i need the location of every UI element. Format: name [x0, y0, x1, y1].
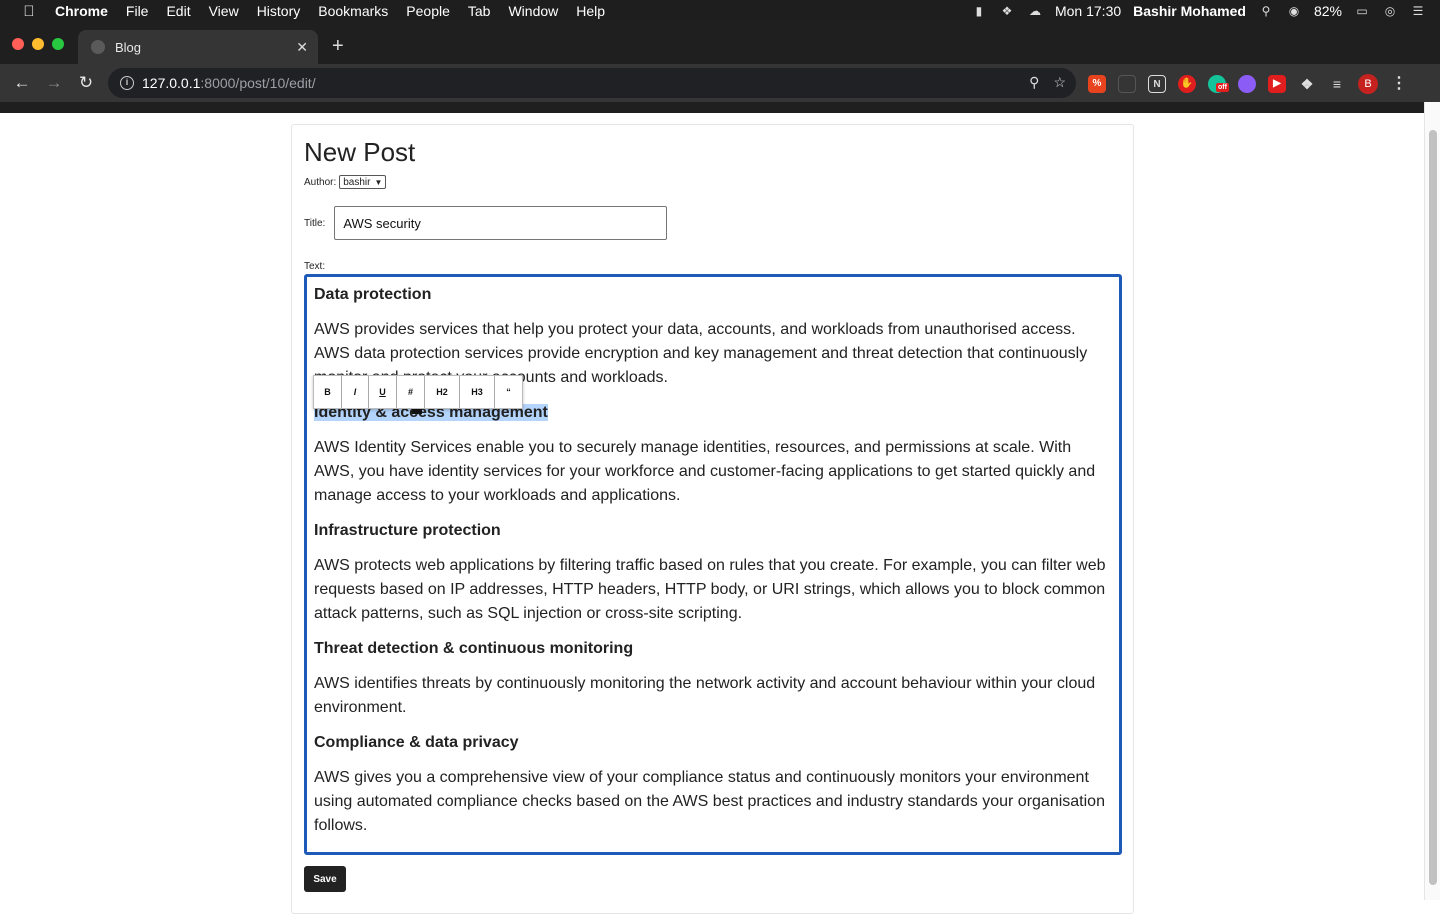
menu-tab[interactable]: Tab	[468, 3, 491, 19]
puzzle-extensions-icon[interactable]: ❖	[1298, 75, 1316, 93]
menu-view[interactable]: View	[209, 3, 239, 19]
page-scrollbar[interactable]	[1424, 102, 1440, 900]
bookmark-star-icon[interactable]: ☆	[1053, 74, 1066, 91]
title-input-value: AWS security	[343, 215, 421, 231]
url-host: 127.0.0.1	[142, 75, 201, 91]
extension-video-icon[interactable]: ▶	[1268, 75, 1286, 93]
menu-app-name[interactable]: Chrome	[55, 3, 108, 19]
apple-menu-icon[interactable]: 	[19, 3, 39, 20]
url-path: :8000/post/10/edit/	[200, 75, 316, 91]
tab-title: Blog	[115, 39, 142, 55]
author-select-value: bashir	[343, 176, 371, 188]
zoom-icon[interactable]: ⚲	[1029, 74, 1039, 91]
menubar-user[interactable]: Bashir Mohamed	[1133, 3, 1246, 19]
battery-percent: 82%	[1313, 3, 1342, 19]
wifi-icon[interactable]: ◎	[1382, 4, 1398, 18]
window-zoom-button[interactable]	[52, 38, 64, 50]
link-button[interactable]: #	[397, 376, 425, 408]
menu-edit[interactable]: Edit	[166, 3, 190, 19]
format-toolbar: B I U # H2 H3 “	[313, 375, 523, 409]
globe-icon	[91, 40, 105, 54]
title-label: Title:	[304, 217, 326, 229]
siri-icon[interactable]: ◉	[1286, 4, 1302, 18]
editor-paragraph[interactable]: AWS gives you a comprehensive view of yo…	[314, 766, 1112, 838]
new-tab-button[interactable]: +	[332, 36, 344, 56]
editor-paragraph[interactable]: AWS protects web applications by filteri…	[314, 554, 1112, 626]
author-select[interactable]: bashir ▼	[339, 175, 387, 189]
tab-close-icon[interactable]: ✕	[296, 39, 308, 56]
editor-heading[interactable]: Compliance & data privacy	[314, 731, 1112, 755]
browser-tab-strip: Blog ✕ +	[0, 22, 1440, 64]
title-row: Title: AWS security	[304, 206, 668, 240]
forward-arrow-icon[interactable]: →	[44, 73, 64, 93]
control-center-icon[interactable]: ☰	[1410, 4, 1426, 18]
notion-icon[interactable]: N	[1148, 75, 1166, 93]
extension-red-icon[interactable]: %	[1088, 75, 1106, 93]
h3-button[interactable]: H3	[460, 376, 495, 408]
quote-button[interactable]: “	[495, 376, 522, 408]
back-arrow-icon[interactable]: ←	[12, 73, 32, 93]
menu-file[interactable]: File	[126, 3, 149, 19]
author-row: Author: bashir ▼	[304, 175, 387, 189]
menu-bookmarks[interactable]: Bookmarks	[318, 3, 388, 19]
editor-paragraph[interactable]: AWS Identity Services enable you to secu…	[314, 436, 1112, 508]
menu-people[interactable]: People	[406, 3, 450, 19]
author-label: Author:	[304, 176, 337, 188]
window-minimize-button[interactable]	[32, 38, 44, 50]
italic-button[interactable]: I	[342, 376, 369, 408]
scrollbar-thumb[interactable]	[1429, 130, 1437, 885]
hand-stop-icon[interactable]: ✋	[1178, 75, 1196, 93]
battery-icon[interactable]: ▭	[1354, 4, 1370, 18]
address-bar[interactable]: i 127.0.0.1:8000/post/10/edit/ ⚲ ☆	[108, 68, 1076, 98]
rich-text-editor[interactable]: Data protection AWS provides services tha…	[304, 274, 1122, 855]
format-toolbar-pointer	[412, 409, 422, 414]
spotlight-search-icon[interactable]: ⚲	[1258, 4, 1274, 18]
browser-toolbar: ← → ↻ i 127.0.0.1:8000/post/10/edit/ ⚲ ☆…	[0, 64, 1440, 102]
save-button[interactable]: Save	[304, 866, 346, 892]
macos-menu-bar:  Chrome File Edit View History Bookmark…	[0, 0, 1440, 22]
media-queue-icon[interactable]: ≡	[1328, 75, 1346, 93]
page-title: New Post	[304, 137, 416, 167]
window-close-button[interactable]	[12, 38, 24, 50]
text-label: Text:	[304, 261, 326, 272]
grammarly-icon[interactable]: off	[1208, 75, 1229, 93]
bold-button[interactable]: B	[314, 376, 342, 408]
menu-help[interactable]: Help	[576, 3, 605, 19]
editor-heading[interactable]: Data protection	[314, 283, 1112, 307]
menubar-clock[interactable]: Mon 17:30	[1055, 3, 1121, 19]
status-extension-icon[interactable]: ▮	[971, 4, 987, 18]
editor-heading[interactable]: Threat detection & continuous monitoring	[314, 637, 1112, 661]
cloud-icon[interactable]: ☁	[1027, 4, 1043, 18]
reload-icon[interactable]: ↻	[76, 73, 96, 93]
extension-blank-icon[interactable]	[1118, 75, 1136, 93]
site-info-icon[interactable]: i	[120, 76, 134, 90]
h2-button[interactable]: H2	[425, 376, 460, 408]
profile-avatar[interactable]: B	[1358, 74, 1378, 94]
menu-history[interactable]: History	[257, 3, 301, 19]
post-form-card: New Post Author: bashir ▼ Title: AWS sec…	[291, 124, 1134, 914]
tab-blog[interactable]: Blog ✕	[78, 30, 318, 64]
chevron-down-icon: ▼	[374, 177, 383, 187]
title-input[interactable]: AWS security	[334, 206, 668, 240]
editor-heading[interactable]: Infrastructure protection	[314, 519, 1112, 543]
kebab-menu-icon[interactable]: ⋮	[1390, 75, 1408, 93]
menu-window[interactable]: Window	[508, 3, 558, 19]
extension-off-badge: off	[1216, 83, 1229, 92]
page-top-strip	[0, 102, 1424, 113]
underline-button[interactable]: U	[369, 376, 397, 408]
editor-paragraph[interactable]: AWS identifies threats by continuously m…	[314, 672, 1112, 720]
extension-purple-icon[interactable]	[1238, 75, 1256, 93]
status-grid-icon[interactable]: ❖	[999, 4, 1015, 18]
page-viewport: New Post Author: bashir ▼ Title: AWS sec…	[0, 113, 1424, 914]
